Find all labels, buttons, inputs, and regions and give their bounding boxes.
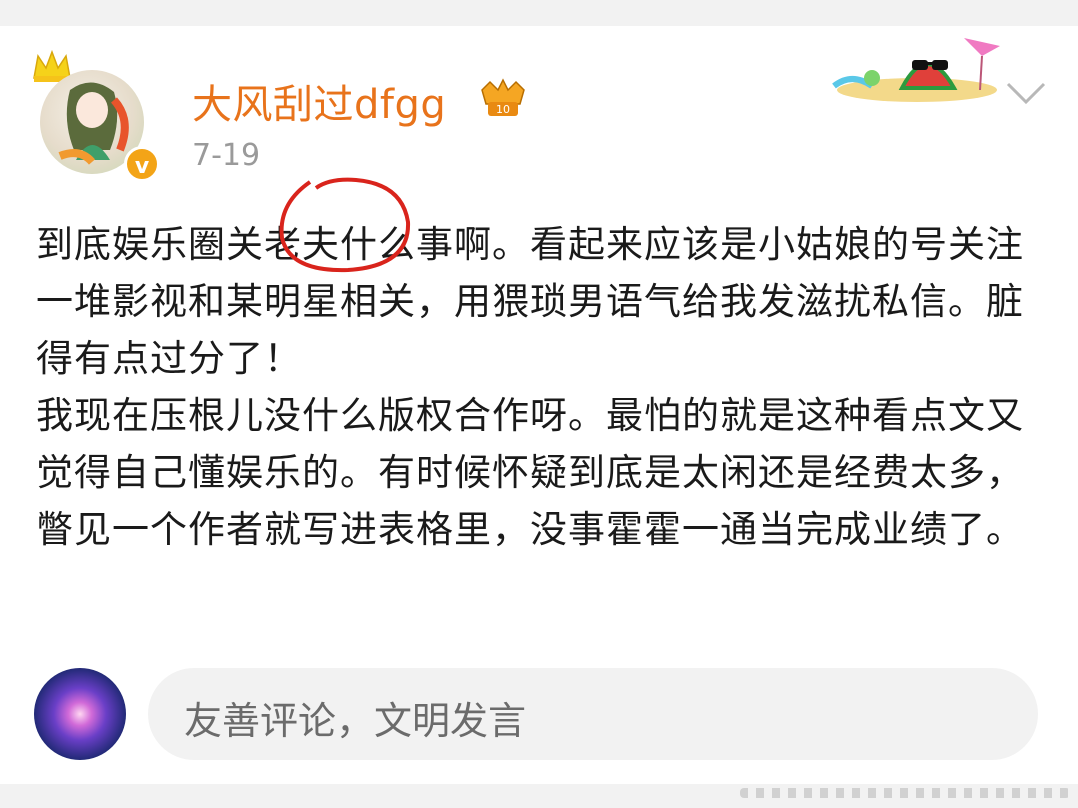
loading-indicator bbox=[740, 788, 1070, 798]
post-body: 到底娱乐圈关老夫什么事啊。看起来应该是小姑娘的号关注一堆影视和某明星相关，用猥琐… bbox=[36, 216, 1036, 558]
post-paragraph: 到底娱乐圈关老夫什么事啊。看起来应该是小姑娘的号关注一堆影视和某明星相关，用猥琐… bbox=[36, 223, 1024, 380]
author-name[interactable]: 大风刮过dfgg bbox=[192, 72, 446, 130]
comment-placeholder: 友善评论，文明发言 bbox=[184, 699, 527, 743]
verified-icon: v bbox=[124, 146, 160, 182]
svg-text:10: 10 bbox=[496, 103, 510, 116]
post-date: 7-19 bbox=[192, 138, 261, 173]
post-paragraph: 我现在压根儿没什么版权合作呀。最怕的就是这种看点文又觉得自己懂娱乐的。有时候怀疑… bbox=[36, 394, 1024, 551]
chevron-down-icon[interactable] bbox=[1004, 78, 1048, 108]
vip-badge-icon[interactable]: 10 bbox=[476, 78, 530, 118]
watermelon-sticker-icon bbox=[832, 38, 1000, 102]
commenter-avatar[interactable] bbox=[34, 668, 126, 760]
comment-input[interactable]: 友善评论，文明发言 bbox=[148, 668, 1038, 760]
author-avatar-group[interactable]: v bbox=[30, 48, 160, 188]
